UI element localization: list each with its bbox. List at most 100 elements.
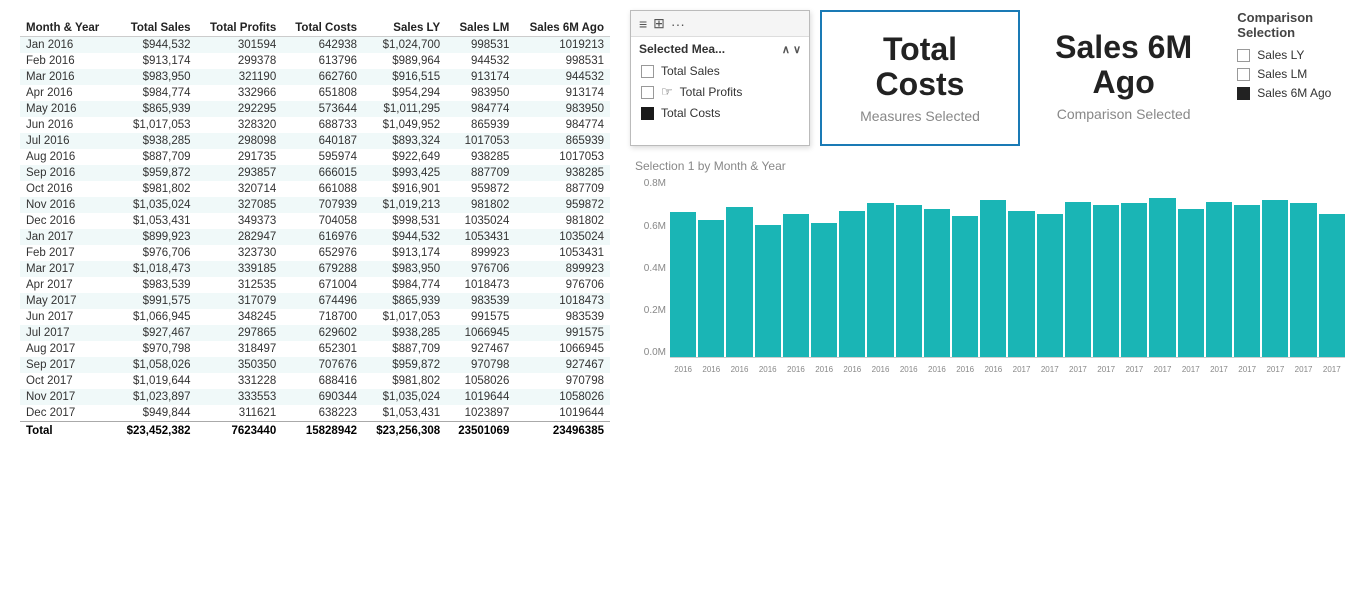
down-arrow-icon[interactable]: ∨ xyxy=(793,43,801,56)
table-cell: 1066945 xyxy=(446,325,515,341)
table-cell: 662760 xyxy=(282,69,363,85)
chart-bar xyxy=(924,209,950,358)
chart-bar xyxy=(1234,205,1260,357)
table-cell: May 2016 xyxy=(20,101,113,117)
table-cell: Oct 2016 xyxy=(20,181,113,197)
cs-item-label: Sales 6M Ago xyxy=(1257,86,1331,100)
table-cell: $983,950 xyxy=(113,69,196,85)
table-cell: 981802 xyxy=(515,213,610,229)
chart-y-label: 0.4M xyxy=(644,263,666,274)
cs-checkbox[interactable] xyxy=(1237,87,1250,100)
table-cell: Feb 2017 xyxy=(20,245,113,261)
dropdown-item[interactable]: Total Costs xyxy=(631,103,809,123)
table-cell: $991,575 xyxy=(113,293,196,309)
table-cell: $938,285 xyxy=(363,325,446,341)
chart-x-label: 2017 xyxy=(1178,365,1204,374)
table-row: Jul 2016$938,285298098640187$893,3241017… xyxy=(20,133,610,149)
table-cell: Dec 2017 xyxy=(20,405,113,422)
table-col-header: Total Profits xyxy=(197,20,283,37)
chart-x-label: 2017 xyxy=(1037,365,1063,374)
table-cell: 718700 xyxy=(282,309,363,325)
table-cell: $1,053,431 xyxy=(113,213,196,229)
chart-title: Selection 1 by Month & Year xyxy=(630,159,1345,173)
grid-icon: ⊞ xyxy=(653,15,665,32)
table-cell: Apr 2017 xyxy=(20,277,113,293)
table-row: Jul 2017$927,467297865629602$938,2851066… xyxy=(20,325,610,341)
dropdown-checkbox[interactable] xyxy=(641,107,654,120)
table-row: Dec 2016$1,053,431349373704058$998,53110… xyxy=(20,213,610,229)
measure-card: Total Costs Measures Selected xyxy=(820,10,1020,146)
table-cell: Apr 2016 xyxy=(20,85,113,101)
chart-section: Selection 1 by Month & Year 0.8M 0.6M 0.4M… xyxy=(630,159,1345,378)
table-cell: $1,049,952 xyxy=(363,117,446,133)
chart-bar xyxy=(1008,211,1034,358)
dropdown-item[interactable]: ☞Total Profits xyxy=(631,81,809,103)
table-cell: 674496 xyxy=(282,293,363,309)
table-cell: 613796 xyxy=(282,53,363,69)
table-cell: 595974 xyxy=(282,149,363,165)
dropdown-item[interactable]: Total Sales xyxy=(631,61,809,81)
table-cell: $913,174 xyxy=(363,245,446,261)
up-arrow-icon[interactable]: ∧ xyxy=(782,43,790,56)
cs-checkbox[interactable] xyxy=(1237,68,1250,81)
cs-checkbox[interactable] xyxy=(1237,49,1250,62)
table-cell: 327085 xyxy=(197,197,283,213)
dropdown-header-icons: ≡ ⊞ ··· xyxy=(639,15,685,32)
table-cell: 976706 xyxy=(446,261,515,277)
dropdown-title: Selected Mea... xyxy=(639,42,725,56)
comparison-selection-title: Comparison Selection xyxy=(1237,10,1335,40)
chart-y-label: 0.6M xyxy=(644,221,666,232)
table-cell: Jul 2017 xyxy=(20,325,113,341)
dropdown-checkbox[interactable] xyxy=(641,86,654,99)
table-body: Jan 2016$944,532301594642938$1,024,70099… xyxy=(20,37,610,422)
dropdown-item-label: Total Sales xyxy=(661,64,720,78)
chart-x-label: 2016 xyxy=(924,365,950,374)
table-cell: 983950 xyxy=(446,85,515,101)
table-cell: 927467 xyxy=(446,341,515,357)
comparison-selection-items: Sales LY Sales LM Sales 6M Ago xyxy=(1237,48,1335,100)
table-cell: 298098 xyxy=(197,133,283,149)
table-cell: 301594 xyxy=(197,37,283,54)
table-row: Jun 2017$1,066,945348245718700$1,017,053… xyxy=(20,309,610,325)
chart-x-label: 2017 xyxy=(1234,365,1260,374)
table-col-header: Sales LM xyxy=(446,20,515,37)
table-header: Month & YearTotal SalesTotal ProfitsTota… xyxy=(20,20,610,37)
cs-item[interactable]: Sales LM xyxy=(1237,67,1335,81)
table-cell: 984774 xyxy=(446,101,515,117)
cs-item-label: Sales LY xyxy=(1257,48,1304,62)
table-cell: 707939 xyxy=(282,197,363,213)
measure-subtitle: Measures Selected xyxy=(852,108,988,124)
table-cell: $913,174 xyxy=(113,53,196,69)
dropdown-checkbox[interactable] xyxy=(641,65,654,78)
chart-x-label: 2017 xyxy=(1319,365,1345,374)
table-row: Jan 2016$944,532301594642938$1,024,70099… xyxy=(20,37,610,54)
table-cell: 666015 xyxy=(282,165,363,181)
chart-bar xyxy=(952,216,978,357)
table-cell: $959,872 xyxy=(363,357,446,373)
chart-x-label: 2016 xyxy=(839,365,865,374)
table-cell: 976706 xyxy=(515,277,610,293)
cs-item[interactable]: Sales LY xyxy=(1237,48,1335,62)
table-cell: 293857 xyxy=(197,165,283,181)
chart-x-label: 2016 xyxy=(867,365,893,374)
table-cell: 1058026 xyxy=(515,389,610,405)
table-cell: 981802 xyxy=(446,197,515,213)
table-footer-cell: $23,452,382 xyxy=(113,422,196,441)
measure-dropdown[interactable]: ≡ ⊞ ··· Selected Mea... ∧ ∨ Total Sales ☞… xyxy=(630,10,810,146)
chart-y-label: 0.8M xyxy=(644,178,666,189)
table-cell: $983,539 xyxy=(113,277,196,293)
table-cell: 297865 xyxy=(197,325,283,341)
top-widgets-row: ≡ ⊞ ··· Selected Mea... ∧ ∨ Total Sales ☞… xyxy=(630,10,1345,146)
cs-item[interactable]: Sales 6M Ago xyxy=(1237,86,1335,100)
table-cell: $899,923 xyxy=(113,229,196,245)
table-cell: 938285 xyxy=(446,149,515,165)
table-cell: Feb 2016 xyxy=(20,53,113,69)
table-cell: Jan 2016 xyxy=(20,37,113,54)
table-row: Apr 2017$983,539312535671004$984,7741018… xyxy=(20,277,610,293)
dropdown-arrows[interactable]: ∧ ∨ xyxy=(782,43,801,56)
table-cell: 983539 xyxy=(446,293,515,309)
comparison-subtitle: Comparison Selected xyxy=(1050,106,1197,122)
table-cell: $954,294 xyxy=(363,85,446,101)
table-cell: $927,467 xyxy=(113,325,196,341)
table-cell: 312535 xyxy=(197,277,283,293)
